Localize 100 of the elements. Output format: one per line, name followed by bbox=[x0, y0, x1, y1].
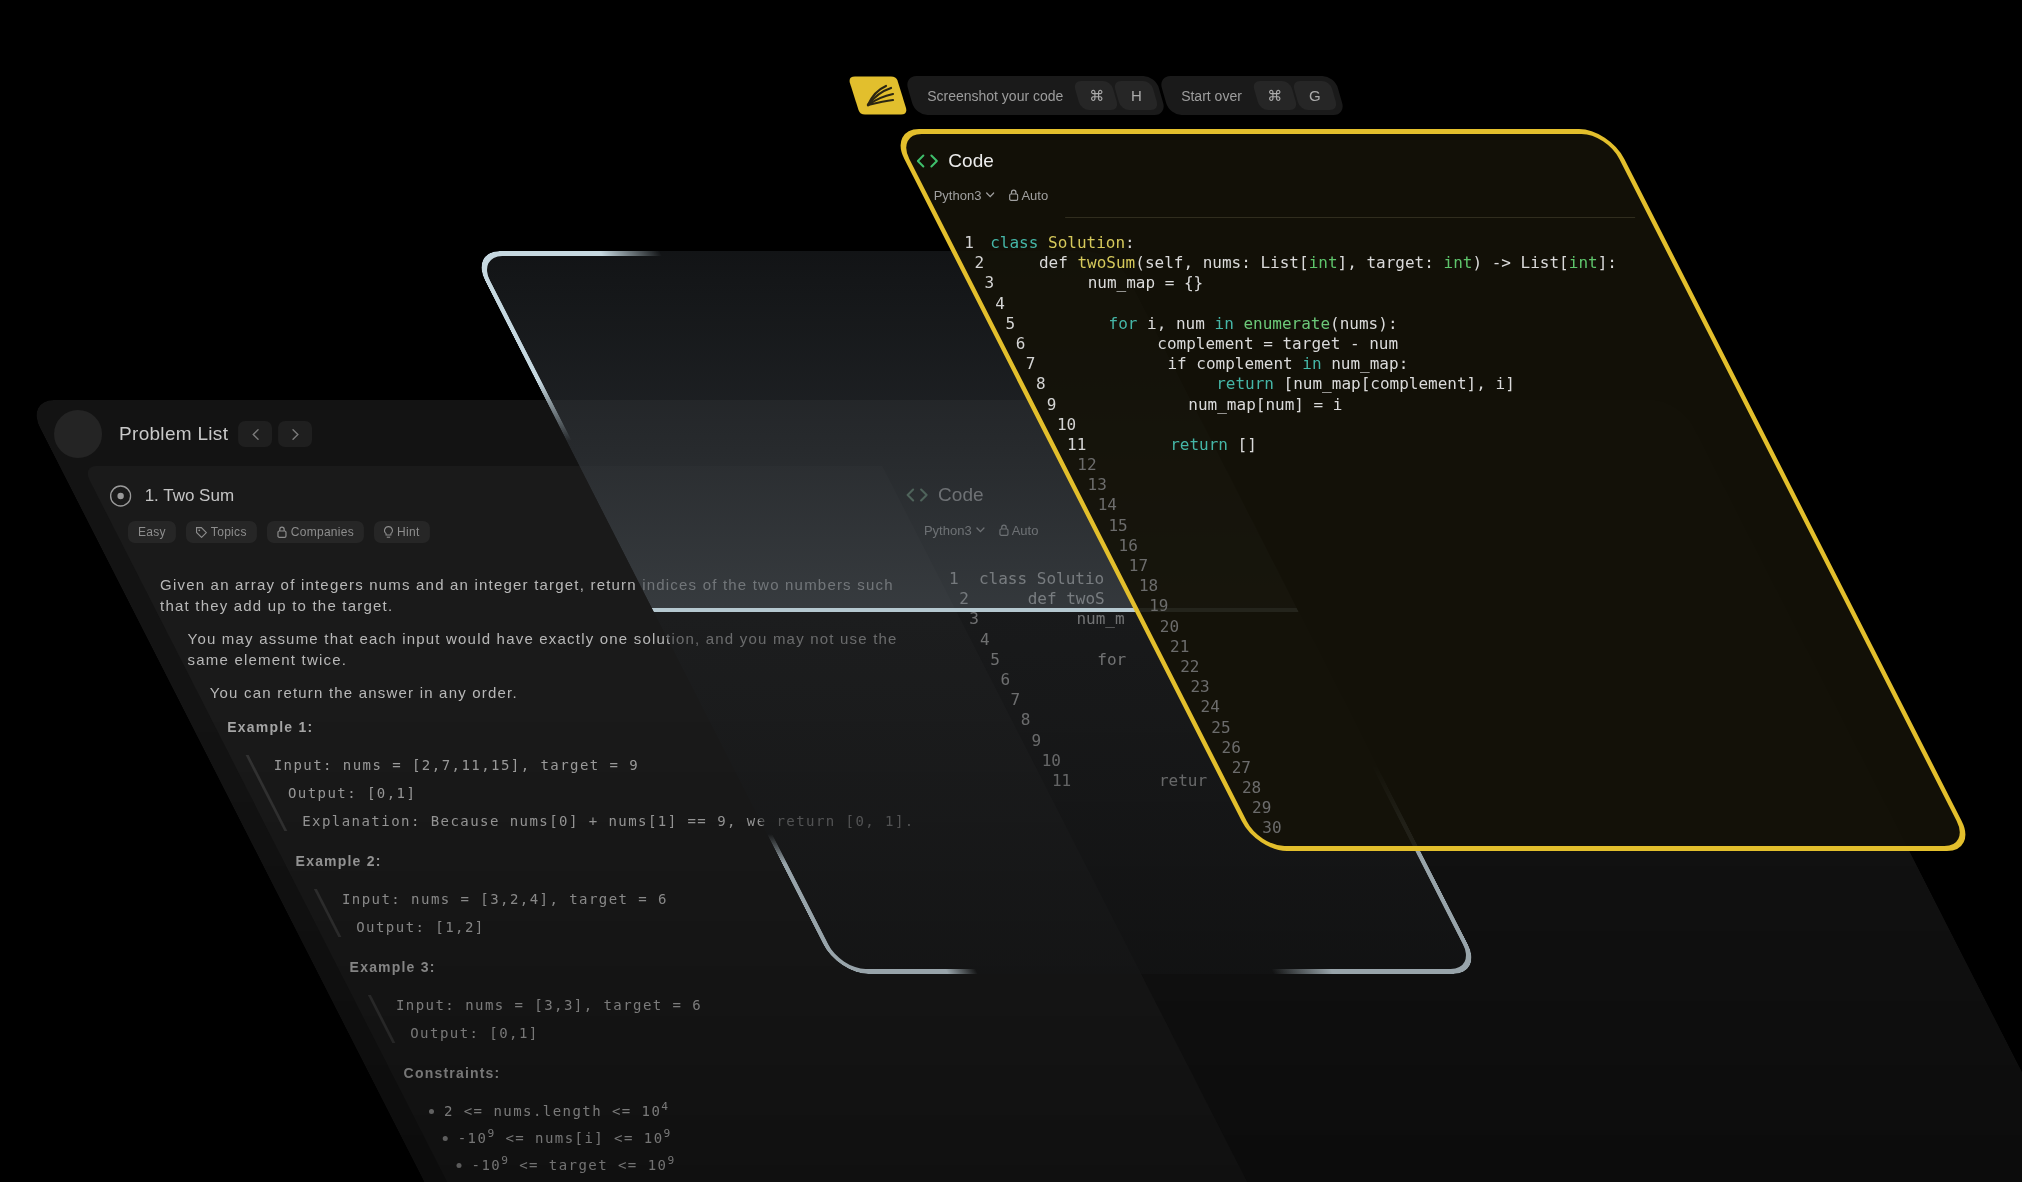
line-number: 3 bbox=[969, 609, 980, 629]
example-line: Output: [1,2] bbox=[356, 918, 485, 937]
line-number: 10 bbox=[1056, 414, 1077, 434]
example-line: Input: nums = [2,7,11,15], target = 9 bbox=[273, 756, 640, 775]
constraints-heading: Constraints: bbox=[403, 1064, 501, 1083]
description-text: You may assume that each input would have exactly one solution, and you may not use the same element twice. bbox=[187, 629, 899, 670]
previous-button[interactable] bbox=[238, 421, 273, 447]
bullet-icon bbox=[442, 1135, 448, 1141]
line-number: 5 bbox=[990, 649, 1000, 669]
line-number: 29 bbox=[1252, 798, 1272, 818]
hint-tag[interactable]: Hint bbox=[374, 521, 430, 543]
line-number: 30 bbox=[1262, 818, 1282, 838]
line-number: 7 bbox=[1025, 354, 1036, 374]
line-number: 26 bbox=[1221, 737, 1241, 757]
key-badge: H bbox=[1113, 81, 1160, 110]
chevron-right-icon bbox=[291, 428, 299, 440]
code-line: return [] bbox=[1170, 434, 1257, 456]
code-line: if complement in num_map: bbox=[1167, 354, 1409, 375]
topics-tag[interactable]: Topics bbox=[185, 521, 257, 543]
language-dropdown[interactable]: Python3 bbox=[923, 522, 985, 538]
line-number: 19 bbox=[1149, 596, 1169, 616]
next-button[interactable] bbox=[278, 421, 313, 447]
line-number: 24 bbox=[1200, 697, 1221, 717]
code-line: retur bbox=[1158, 770, 1208, 792]
line-number: 9 bbox=[1046, 394, 1057, 414]
description-text: You can return the answer in any order. bbox=[209, 683, 518, 703]
line-number: 13 bbox=[1087, 475, 1107, 495]
problem-title: 1. Two Sum bbox=[144, 486, 235, 506]
example-line: Output: [0,1] bbox=[410, 1024, 539, 1043]
line-number: 9 bbox=[1031, 730, 1041, 750]
line-number: 1 bbox=[948, 569, 959, 588]
line-number: 6 bbox=[1000, 669, 1011, 689]
line-number: 3 bbox=[984, 273, 995, 293]
line-number: 21 bbox=[1169, 636, 1190, 656]
line-number: 7 bbox=[1010, 690, 1021, 710]
constraint-text: -10$^{9}$ <= target <= 10$^{9}$ bbox=[471, 1155, 676, 1175]
companies-tag[interactable]: Companies bbox=[266, 521, 365, 543]
code-line: num_map = {} bbox=[1087, 273, 1204, 294]
example-line: Output: [0,1] bbox=[287, 784, 417, 803]
line-number: 8 bbox=[1036, 374, 1046, 394]
page-title: Problem List bbox=[119, 423, 229, 445]
line-number: 4 bbox=[995, 293, 1005, 313]
code-line: for bbox=[1097, 649, 1127, 670]
code-brackets-icon bbox=[916, 154, 939, 168]
bullet-icon bbox=[429, 1108, 434, 1114]
constraint-text: 2 <= nums.length <= 10$^{4}$ bbox=[444, 1101, 670, 1121]
code-line: complement = target - num bbox=[1157, 333, 1399, 355]
code-line: class Solution: bbox=[990, 233, 1135, 254]
lock-icon bbox=[998, 524, 1009, 536]
line-number: 2 bbox=[959, 589, 969, 609]
difficulty-tag: Easy bbox=[127, 521, 176, 543]
lock-icon bbox=[276, 526, 287, 538]
line-number: 18 bbox=[1139, 576, 1159, 596]
code-line: num_map[num] = i bbox=[1188, 394, 1343, 415]
key-badge: ⌘ bbox=[1251, 81, 1299, 110]
line-number: 27 bbox=[1231, 757, 1251, 777]
mode-toggle[interactable]: Auto bbox=[998, 522, 1039, 538]
key-badge: G bbox=[1291, 81, 1339, 110]
line-number: 8 bbox=[1020, 710, 1031, 730]
example-heading: Example 1: bbox=[227, 718, 314, 737]
code-line: def twoSum(self, nums: List[int], target: int) -> List[int]: bbox=[1039, 253, 1617, 274]
line-number: 28 bbox=[1241, 778, 1262, 798]
example-line: Explanation: Because nums[0] + nums[1] == 9, we return [0, 1]. bbox=[302, 812, 915, 831]
line-number: 23 bbox=[1190, 677, 1210, 697]
line-number: 2 bbox=[974, 253, 985, 273]
line-number: 16 bbox=[1118, 535, 1138, 555]
mode-toggle[interactable]: Auto bbox=[1008, 187, 1049, 203]
line-number: 22 bbox=[1180, 656, 1200, 676]
feather-logo-icon[interactable] bbox=[849, 76, 907, 115]
constraint-text: -10$^{9}$ <= nums[i] <= 10$^{9}$ bbox=[457, 1128, 672, 1148]
panel-title: Code bbox=[948, 150, 994, 172]
line-number: 12 bbox=[1077, 455, 1097, 475]
example-heading: Example 2: bbox=[295, 852, 382, 871]
line-number: 14 bbox=[1097, 495, 1118, 515]
line-number: 11 bbox=[1067, 434, 1087, 454]
description-text: Given an array of integers nums and an integer target, return indices of the two numbers such that they add up to the target. bbox=[160, 575, 895, 616]
line-number: 10 bbox=[1041, 750, 1061, 770]
line-number: 15 bbox=[1108, 515, 1128, 535]
panel-title: Code bbox=[938, 484, 984, 506]
code-line: return [num_map[complement], i] bbox=[1216, 374, 1515, 395]
language-dropdown[interactable]: Python3 bbox=[933, 187, 995, 203]
key-badge: ⌘ bbox=[1073, 81, 1120, 110]
code-line: for i, num in enumerate(nums): bbox=[1108, 313, 1398, 334]
lock-icon bbox=[1008, 189, 1019, 201]
chevron-down-icon bbox=[975, 527, 985, 533]
line-number: 11 bbox=[1051, 770, 1072, 790]
line-number: 5 bbox=[1005, 313, 1015, 333]
lightbulb-icon bbox=[384, 526, 394, 538]
bullet-icon bbox=[456, 1162, 462, 1168]
line-number: 25 bbox=[1211, 717, 1231, 737]
example-heading: Example 3: bbox=[349, 958, 436, 977]
code-line: num_m bbox=[1076, 609, 1125, 630]
code-line: def twoS bbox=[1027, 589, 1105, 610]
example-line: Input: nums = [3,3], target = 6 bbox=[396, 996, 703, 1015]
example-line: Input: nums = [3,2,4], target = 6 bbox=[341, 890, 668, 909]
line-number: 1 bbox=[964, 233, 974, 252]
line-number: 6 bbox=[1015, 333, 1026, 353]
code-brackets-icon bbox=[906, 488, 929, 502]
line-number: 17 bbox=[1128, 556, 1149, 575]
tag-icon bbox=[195, 526, 207, 538]
